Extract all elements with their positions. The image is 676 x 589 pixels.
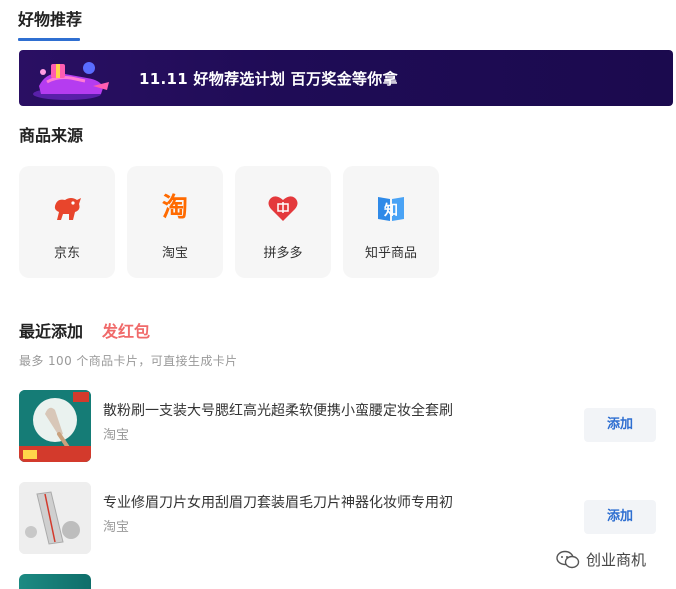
brush-product-image <box>19 390 91 462</box>
red-packet-link[interactable]: 发红包 <box>102 318 150 342</box>
add-button[interactable]: 添加 <box>584 408 656 442</box>
banner-text: 11.11 好物荐选计划 百万奖金等你拿 <box>139 70 398 88</box>
jd-dog-icon <box>54 198 81 220</box>
source-label: 知乎商品 <box>364 246 417 261</box>
zhihu-glyph: 知 <box>384 202 398 219</box>
wechat-icon <box>556 550 580 569</box>
zhihu-book-icon: 知 <box>378 197 404 221</box>
list-item[interactable]: 散粉刷一支装大号腮红高光超柔软便携小蛮腰定妆全套刷 淘宝 添加 <box>19 390 673 464</box>
source-section-title: 商品来源 <box>19 126 84 145</box>
pinduoduo-heart-icon <box>268 196 298 221</box>
product-source: 淘宝 <box>103 428 130 443</box>
source-label: 淘宝 <box>161 246 188 261</box>
source-jd[interactable]: 京东 <box>19 166 115 278</box>
promo-banner[interactable]: 11.11 好物荐选计划 百万奖金等你拿 <box>19 50 673 106</box>
tab-recommend[interactable]: 好物推荐 <box>18 6 82 30</box>
product-source: 淘宝 <box>103 520 130 535</box>
product-title: 专业修眉刀片女用刮眉刀套装眉毛刀片神器化妆师专用初 <box>103 495 453 511</box>
add-button[interactable]: 添加 <box>584 500 656 534</box>
blade-product-image <box>19 482 91 554</box>
tab-active-indicator <box>18 38 80 41</box>
source-label: 拼多多 <box>263 246 303 261</box>
recent-hint: 最多 100 个商品卡片，可直接生成卡片 <box>19 354 238 368</box>
product-thumbnail <box>19 390 91 462</box>
list-item[interactable]: 专业修眉刀片女用刮眉刀套装眉毛刀片神器化妆师专用初 淘宝 添加 <box>19 482 673 556</box>
source-label: 京东 <box>53 246 80 261</box>
source-pinduoduo[interactable]: 拼多多 <box>235 166 331 278</box>
taobao-icon: 淘 <box>161 193 188 223</box>
source-taobao[interactable]: 淘 淘宝 <box>127 166 223 278</box>
product-title: 散粉刷一支装大号腮红高光超柔软便携小蛮腰定妆全套刷 <box>103 403 453 419</box>
recent-section-title: 最近添加 <box>19 322 84 341</box>
tab-bar: 好物推荐 <box>0 0 676 42</box>
source-zhihu[interactable]: 知 知乎商品 <box>343 166 439 278</box>
product-thumbnail <box>19 482 91 554</box>
product-thumbnail-partial <box>19 574 91 589</box>
gift-shoe-icon <box>33 62 109 100</box>
watermark-text: 创业商机 <box>586 551 647 569</box>
